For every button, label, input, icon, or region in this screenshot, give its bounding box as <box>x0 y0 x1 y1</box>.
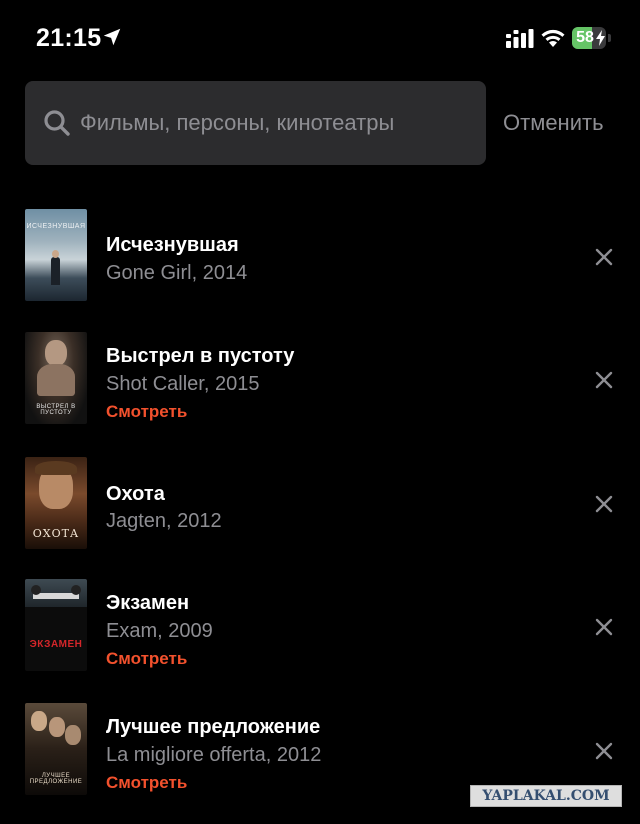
watch-link[interactable]: Смотреть <box>106 649 187 669</box>
movie-original-title-year: Jagten, 2012 <box>106 510 222 532</box>
search-input[interactable] <box>80 103 470 143</box>
battery-percent: 58 <box>576 29 594 46</box>
movie-poster: ЛУЧШЕЕ ПРЕДЛОЖЕНИЕ <box>25 703 87 795</box>
cellular-signal-icon <box>506 29 534 48</box>
list-item[interactable]: ОХОТА Охота Jagten, 2012 <box>0 457 640 551</box>
list-item[interactable]: ЭКЗАМЕН Экзамен Exam, 2009 Смотреть <box>0 579 640 673</box>
movie-title: Охота <box>106 483 165 505</box>
list-item[interactable]: ЛУЧШЕЕ ПРЕДЛОЖЕНИЕ Лучшее предложение La… <box>0 703 640 797</box>
status-time: 21:15 <box>36 24 102 52</box>
close-icon[interactable] <box>594 247 614 267</box>
movie-title: Лучшее предложение <box>106 716 321 738</box>
movie-original-title-year: Shot Caller, 2015 <box>106 373 260 395</box>
close-icon[interactable] <box>594 741 614 761</box>
search-field[interactable] <box>25 81 486 165</box>
movie-title: Исчезнувшая <box>106 234 239 256</box>
status-bar: 21:15 58 <box>0 0 640 76</box>
movie-poster: ВЫСТРЕЛ В ПУСТОТУ <box>25 332 87 424</box>
close-icon[interactable] <box>594 370 614 390</box>
close-icon[interactable] <box>594 494 614 514</box>
movie-original-title-year: Exam, 2009 <box>106 620 213 642</box>
battery-charging-icon: 58 <box>572 27 612 49</box>
movie-original-title-year: La migliore offerta, 2012 <box>106 744 322 766</box>
watch-link[interactable]: Смотреть <box>106 402 187 422</box>
location-arrow-icon <box>103 28 121 46</box>
list-item[interactable]: ВЫСТРЕЛ В ПУСТОТУ Выстрел в пустоту Shot… <box>0 332 640 426</box>
movie-poster: ОХОТА <box>25 457 87 549</box>
search-icon <box>44 110 70 136</box>
watermark: YAPLAKAL.COM <box>470 785 622 807</box>
watch-link[interactable]: Смотреть <box>106 773 187 793</box>
cancel-button[interactable]: Отменить <box>503 110 604 136</box>
movie-original-title-year: Gone Girl, 2014 <box>106 262 248 284</box>
list-item[interactable]: ИСЧЕЗНУВШАЯ Исчезнувшая Gone Girl, 2014 <box>0 209 640 303</box>
movie-title: Выстрел в пустоту <box>106 345 295 367</box>
movie-poster: ИСЧЕЗНУВШАЯ <box>25 209 87 301</box>
movie-poster: ЭКЗАМЕН <box>25 579 87 671</box>
close-icon[interactable] <box>594 617 614 637</box>
movie-title: Экзамен <box>106 592 190 614</box>
wifi-icon <box>541 29 565 47</box>
